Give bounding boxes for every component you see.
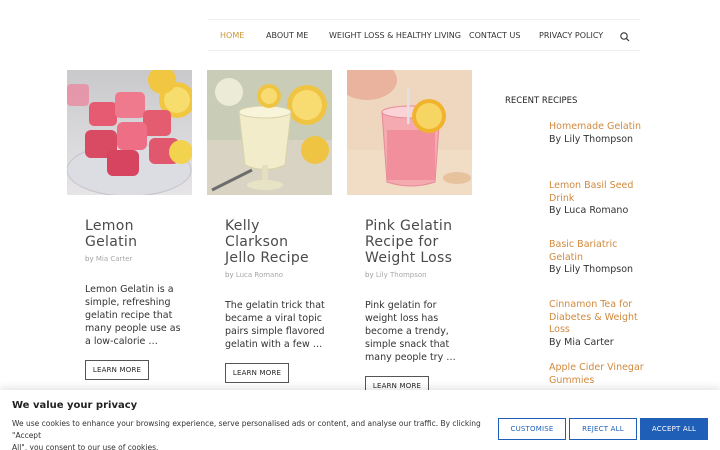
nav-privacy-policy[interactable]: PRIVACY POLICY [539, 31, 603, 41]
recent-recipe-item: Homemade Gelatin By Lily Thompson [549, 121, 644, 146]
card-title[interactable]: Lemon Gelatin [85, 218, 137, 250]
cookie-consent-banner: We value your privacy We use cookies to … [0, 390, 720, 450]
learn-more-button[interactable]: LEARN MORE [225, 363, 289, 383]
recent-recipe-author: By Lily Thompson [549, 264, 634, 275]
kelly-clarkson-jello-image[interactable] [207, 70, 332, 195]
card-author: by Mia Carter [85, 255, 133, 263]
card-author: by Luca Romano [225, 271, 284, 279]
nav-about-me[interactable]: ABOUT ME [266, 31, 308, 41]
search-icon[interactable] [618, 29, 632, 43]
cookie-title: We value your privacy [12, 400, 138, 411]
card-excerpt: Pink gelatin for weight loss has become … [365, 300, 456, 363]
card-author: by Lily Thompson [365, 271, 427, 279]
nav-contact-us[interactable]: CONTACT US [469, 31, 520, 41]
recent-recipe-author: By Mia Carter [549, 336, 614, 348]
cookie-description: We use cookies to enhance your browsing … [12, 419, 481, 450]
card-excerpt: Lemon Gelatin is a simple, refreshing ge… [85, 284, 181, 347]
card-title[interactable]: Pink Gelatin Recipe for Weight Loss [365, 218, 452, 266]
recent-recipe-link[interactable]: Apple Cider Vinegar Gummies [549, 362, 644, 387]
recent-recipe-author: By Luca Romano [549, 205, 629, 216]
main-navigation: HOME ABOUT ME WEIGHT LOSS & HEALTHY LIVI… [208, 19, 640, 51]
card-excerpt: The gelatin trick that became a viral to… [225, 300, 325, 350]
recent-recipe-item: Lemon Basil Seed Drink By Luca Romano [549, 180, 644, 218]
reject-all-button[interactable]: REJECT ALL [569, 418, 637, 440]
nav-home[interactable]: HOME [220, 31, 244, 41]
lemon-gelatin-image[interactable] [67, 70, 192, 195]
recent-recipe-link[interactable]: Cinnamon Tea for Diabetes & Weight Loss [549, 299, 644, 337]
card-title[interactable]: Kelly Clarkson Jello Recipe [225, 218, 309, 266]
pink-gelatin-image[interactable] [347, 70, 472, 195]
customise-button[interactable]: CUSTOMISE [498, 418, 566, 440]
recent-recipe-link[interactable]: Basic Bariatric Gelatin [549, 239, 644, 264]
recent-recipes-heading: RECENT RECIPES [505, 96, 578, 106]
recent-recipe-item: Cinnamon Tea for Diabetes & Weight Loss … [549, 299, 644, 349]
recent-recipe-author: By Lily Thompson [549, 133, 634, 145]
recent-recipe-link[interactable]: Lemon Basil Seed Drink [549, 180, 644, 205]
learn-more-button[interactable]: LEARN MORE [85, 360, 149, 380]
nav-weight-loss[interactable]: WEIGHT LOSS & HEALTHY LIVING [329, 31, 461, 41]
accept-all-button[interactable]: ACCEPT ALL [640, 418, 708, 440]
recent-recipe-item: Basic Bariatric Gelatin By Lily Thompson [549, 239, 644, 277]
recent-recipe-item: Apple Cider Vinegar Gummies [549, 362, 644, 387]
recent-recipe-link[interactable]: Homemade Gelatin [549, 121, 644, 134]
